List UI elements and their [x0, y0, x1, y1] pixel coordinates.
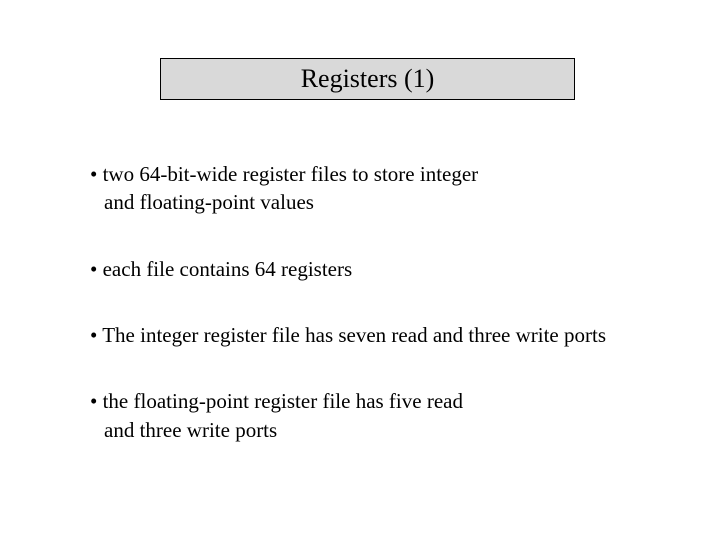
bullet-item: • each file contains 64 registers: [90, 255, 680, 283]
bullet-item: • The integer register file has seven re…: [90, 321, 680, 349]
bullet-text-line: • each file contains 64 registers: [90, 255, 680, 283]
bullet-text-line: and floating-point values: [90, 188, 680, 216]
bullet-text-line: • the floating-point register file has f…: [90, 387, 680, 415]
bullet-text-line: • The integer register file has seven re…: [90, 321, 680, 349]
bullet-item: • two 64-bit-wide register files to stor…: [90, 160, 680, 217]
slide-title-box: Registers (1): [160, 58, 575, 100]
bullet-text-line: and three write ports: [90, 416, 680, 444]
bullet-item: • the floating-point register file has f…: [90, 387, 680, 444]
bullet-text-line: • two 64-bit-wide register files to stor…: [90, 160, 680, 188]
slide-title: Registers (1): [301, 64, 435, 94]
slide-content: • two 64-bit-wide register files to stor…: [90, 160, 680, 482]
